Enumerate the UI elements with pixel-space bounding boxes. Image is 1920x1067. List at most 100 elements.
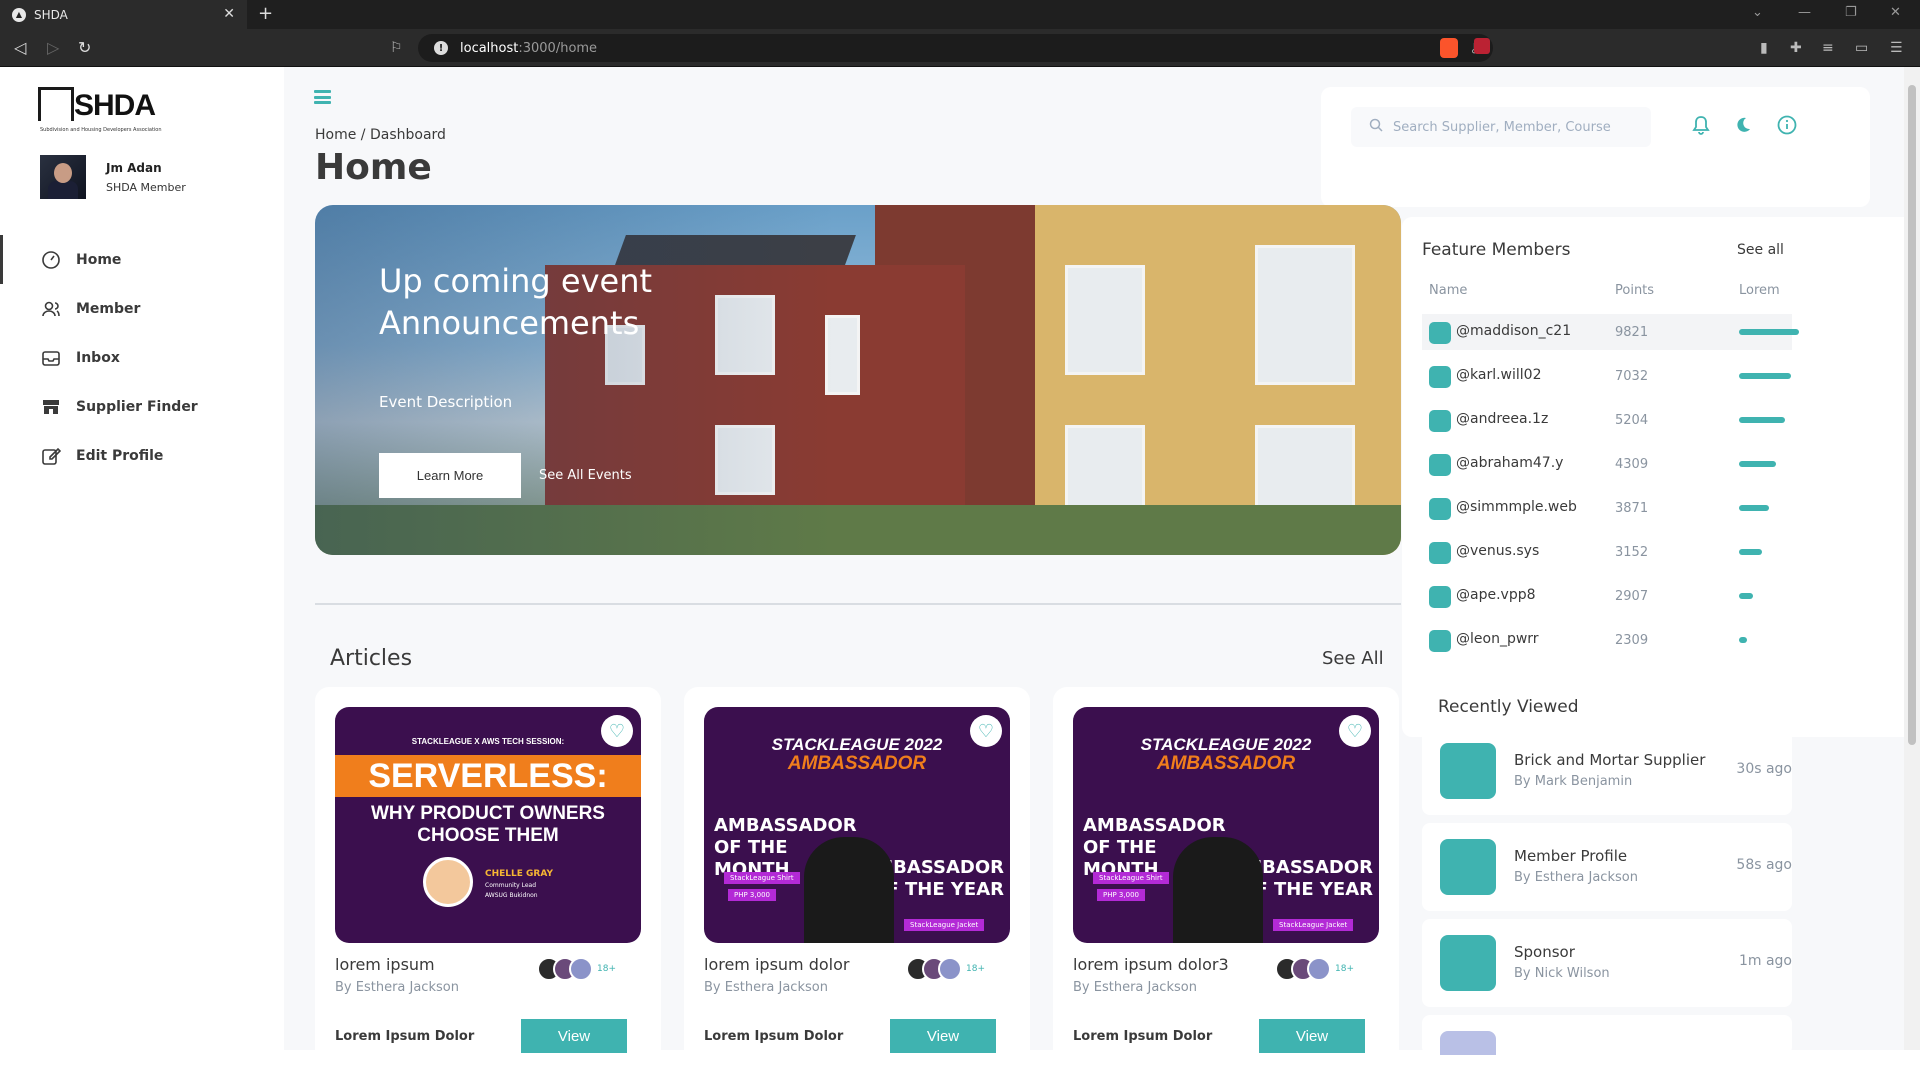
article-label: Lorem Ipsum Dolor (335, 1029, 475, 1044)
article-card[interactable]: STACKLEAGUE 2022 AMBASSADOR AMBASSADOR O… (1053, 687, 1399, 1067)
forward-icon[interactable]: ▷ (47, 38, 59, 57)
wallet-icon[interactable]: ▮ (1760, 40, 1768, 56)
moon-icon[interactable] (1730, 112, 1756, 138)
extensions-icon[interactable]: ✚ (1790, 40, 1802, 56)
url-host: localhost (460, 40, 519, 56)
view-button[interactable]: View (1259, 1019, 1365, 1053)
gauge-icon (40, 249, 62, 271)
profile-name: Jm Adan (106, 160, 162, 175)
sidebar-item-supplier-finder[interactable]: Supplier Finder (0, 382, 284, 431)
recent-item-name: Sponsor (1514, 943, 1575, 961)
member-row[interactable]: @ape.vpp8 2907 (1422, 578, 1792, 614)
member-name: @leon_pwrr (1456, 631, 1539, 647)
article-card[interactable]: STACKLEAGUE 2022 AMBASSADOR AMBASSADOR O… (684, 687, 1030, 1067)
search-placeholder: Search Supplier, Member, Course (1393, 119, 1611, 135)
recent-item-time: 58s ago (1736, 857, 1792, 873)
top-toolbar: Search Supplier, Member, Course (1321, 87, 1870, 207)
article-author: By Esthera Jackson (704, 980, 828, 995)
column-header-points: Points (1615, 283, 1655, 298)
member-row[interactable]: @andreea.1z 5204 (1422, 402, 1792, 438)
menu-toggle-icon[interactable] (314, 90, 331, 104)
logo-tagline: Subdivision and Housing Developers Assoc… (40, 127, 162, 133)
sidebar-item-home[interactable]: Home (0, 235, 284, 284)
search-input[interactable]: Search Supplier, Member, Course (1351, 107, 1651, 147)
tab-close-icon[interactable]: ✕ (223, 6, 235, 22)
member-points: 4309 (1615, 457, 1649, 472)
sidebar-item-member[interactable]: Member (0, 284, 284, 333)
user-profile[interactable]: Jm Adan SHDA Member (40, 155, 186, 199)
brave-rewards-icon[interactable] (1474, 38, 1490, 54)
sidebar-item-inbox[interactable]: Inbox (0, 333, 284, 382)
member-row[interactable]: @abraham47.y 4309 (1422, 446, 1792, 482)
address-bar[interactable]: ! localhost :3000/home ⚷ (418, 34, 1493, 62)
new-tab-icon[interactable]: + (258, 3, 273, 24)
scrollbar-thumb[interactable] (1908, 85, 1916, 745)
banner-title: Up coming event Announcements (379, 262, 653, 342)
member-avatar (1429, 630, 1451, 652)
articles-see-all-link[interactable]: See All (1322, 648, 1384, 669)
logo[interactable]: SHDA Subdivision and Housing Developers … (38, 87, 162, 133)
feature-members-see-all-link[interactable]: See all (1737, 242, 1784, 258)
feature-members-title: Feature Members (1422, 240, 1571, 260)
sidebar-item-label: Home (76, 251, 122, 268)
brave-shield-icon[interactable] (1440, 38, 1458, 58)
article-author: By Esthera Jackson (335, 980, 459, 995)
member-row[interactable]: @karl.will02 7032 (1422, 358, 1792, 394)
info-icon[interactable] (1774, 112, 1800, 138)
recent-item-time: 30s ago (1736, 761, 1792, 777)
site-info-icon[interactable]: ! (434, 41, 448, 55)
window-close-icon[interactable]: ✕ (1890, 5, 1901, 20)
article-image: STACKLEAGUE 2022 AMBASSADOR AMBASSADOR O… (704, 707, 1010, 943)
favorite-heart-icon[interactable]: ♡ (601, 715, 633, 747)
article-author: By Esthera Jackson (1073, 980, 1197, 995)
tab-list-chevron-icon[interactable]: ⌄ (1752, 5, 1763, 20)
url-path: :3000/home (518, 40, 598, 56)
article-label: Lorem Ipsum Dolor (1073, 1029, 1213, 1044)
favorite-heart-icon[interactable]: ♡ (1339, 715, 1371, 747)
article-image: STACKLEAGUE 2022 AMBASSADOR AMBASSADOR O… (1073, 707, 1379, 943)
bookmark-icon[interactable]: ⚐ (390, 40, 403, 56)
article-label: Lorem Ipsum Dolor (704, 1029, 844, 1044)
menu-icon[interactable]: ☰ (1890, 40, 1903, 56)
store-icon (40, 396, 62, 418)
view-button[interactable]: View (890, 1019, 996, 1053)
sidebar-item-label: Edit Profile (76, 447, 164, 464)
minimize-icon[interactable]: — (1798, 5, 1811, 20)
member-row[interactable]: @leon_pwrr 2309 (1422, 622, 1792, 658)
browser-tab[interactable]: ▲ SHDA ✕ (0, 0, 247, 29)
sidebar-toggle-icon[interactable]: ▭ (1855, 40, 1868, 56)
feature-members-panel: Feature Members See all Name Points Lore… (1402, 217, 1920, 737)
recent-item-partial[interactable] (1422, 1015, 1792, 1055)
bell-icon[interactable] (1688, 112, 1714, 138)
sidebar-item-label: Inbox (76, 349, 120, 366)
avatar-group: 18+ (537, 957, 616, 981)
reload-icon[interactable]: ↻ (78, 38, 91, 57)
tab-title: SHDA (34, 7, 68, 22)
member-name: @andreea.1z (1456, 411, 1549, 427)
member-row[interactable]: @maddison_c21 9821 (1422, 314, 1799, 350)
recent-item[interactable]: Member Profile By Esthera Jackson 58s ag… (1422, 823, 1792, 911)
restore-icon[interactable]: ❐ (1845, 5, 1857, 20)
sidebar-item-edit-profile[interactable]: Edit Profile (0, 431, 284, 480)
member-row[interactable]: @simmmple.web 3871 (1422, 490, 1792, 526)
reading-list-icon[interactable]: ≡ (1822, 40, 1834, 56)
recent-item-thumbnail (1440, 839, 1496, 895)
see-all-events-link[interactable]: See All Events (539, 468, 632, 483)
article-card[interactable]: STACKLEAGUE X AWS TECH SESSION: SERVERLE… (315, 687, 661, 1067)
member-name: @karl.will02 (1456, 367, 1542, 383)
member-row[interactable]: @venus.sys 3152 (1422, 534, 1792, 570)
favorite-heart-icon[interactable]: ♡ (970, 715, 1002, 747)
avatar (40, 155, 86, 199)
member-avatar (1429, 454, 1451, 476)
view-button[interactable]: View (521, 1019, 627, 1053)
recent-item[interactable]: Sponsor By Nick Wilson 1m ago (1422, 919, 1792, 1007)
member-avatar (1429, 498, 1451, 520)
page-scrollbar[interactable] (1904, 67, 1920, 1050)
member-avatar (1429, 542, 1451, 564)
member-name: @simmmple.web (1456, 499, 1577, 515)
learn-more-button[interactable]: Learn More (379, 453, 521, 498)
logo-text: SHDA (74, 89, 156, 122)
recent-item[interactable]: Brick and Mortar Supplier By Mark Benjam… (1422, 727, 1792, 815)
search-icon (1369, 118, 1383, 136)
back-icon[interactable]: ◁ (14, 38, 26, 57)
